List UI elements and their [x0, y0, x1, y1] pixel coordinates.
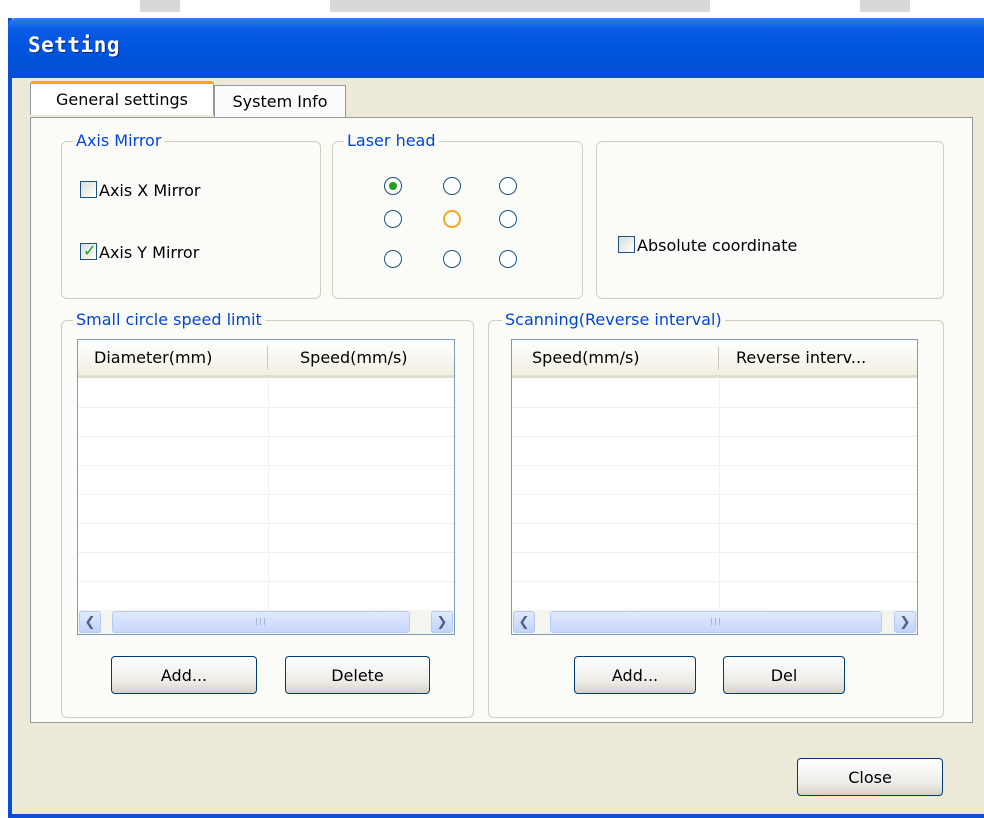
row-gridline	[512, 523, 917, 524]
column-header-speed[interactable]: Speed(mm/s)	[532, 340, 640, 375]
absolute-coordinate-checkbox[interactable]	[618, 236, 635, 253]
axis-y-mirror-checkbox[interactable]: ✓	[80, 241, 97, 260]
scrollbar-thumb[interactable]: III	[550, 611, 882, 633]
axis-y-mirror-label[interactable]: Axis Y Mirror	[99, 243, 199, 262]
laser-head-top-left-radio[interactable]	[384, 177, 402, 195]
scroll-left-icon[interactable]: ❮	[79, 611, 101, 633]
tab-label: General settings	[56, 90, 188, 109]
laser-head-top-center-radio[interactable]	[443, 177, 461, 195]
column-gridline	[268, 378, 269, 634]
background-stripe	[330, 0, 710, 12]
row-gridline	[78, 581, 454, 582]
laser-head-bottom-left-radio[interactable]	[384, 250, 402, 268]
axis-x-mirror-checkbox[interactable]	[80, 181, 97, 198]
scanning-delete-button[interactable]: Del	[723, 656, 845, 694]
check-icon: ✓	[83, 241, 97, 260]
background-stripe	[860, 0, 910, 12]
list-header: Speed(mm/s) Reverse interv...	[512, 340, 917, 378]
small-circle-legend: Small circle speed limit	[73, 310, 265, 330]
close-button[interactable]: Close	[797, 758, 943, 796]
laser-head-center-radio[interactable]	[443, 210, 461, 228]
selected-dot-icon	[389, 182, 397, 190]
scanning-list[interactable]: Speed(mm/s) Reverse interv... ❮ III ❯	[511, 339, 918, 635]
column-separator[interactable]	[267, 346, 268, 370]
list-header: Diameter(mm) Speed(mm/s)	[78, 340, 454, 378]
horizontal-scrollbar[interactable]: ❮ III ❯	[78, 610, 454, 634]
scanning-legend: Scanning(Reverse interval)	[502, 310, 725, 330]
tab-system-info[interactable]: System Info	[214, 85, 346, 117]
background-stripe	[140, 0, 180, 12]
row-gridline	[78, 552, 454, 553]
row-gridline	[78, 494, 454, 495]
column-separator[interactable]	[718, 346, 719, 370]
column-header-speed[interactable]: Speed(mm/s)	[300, 340, 408, 375]
column-gridline	[719, 378, 720, 634]
laser-head-middle-right-radio[interactable]	[499, 210, 517, 228]
laser-head-legend: Laser head	[344, 131, 439, 151]
small-circle-add-button[interactable]: Add...	[111, 656, 257, 694]
row-gridline	[512, 581, 917, 582]
scanning-add-button[interactable]: Add...	[574, 656, 696, 694]
tab-label: System Info	[232, 92, 328, 111]
row-gridline	[78, 436, 454, 437]
row-gridline	[512, 494, 917, 495]
row-gridline	[78, 465, 454, 466]
row-gridline	[512, 436, 917, 437]
row-gridline	[512, 465, 917, 466]
scroll-right-icon[interactable]: ❯	[431, 611, 453, 633]
row-gridline	[78, 407, 454, 408]
small-circle-list[interactable]: Diameter(mm) Speed(mm/s) ❮ III ❯	[77, 339, 455, 635]
coordinate-group	[596, 141, 944, 299]
laser-head-bottom-center-radio[interactable]	[443, 250, 461, 268]
scroll-left-icon[interactable]: ❮	[513, 611, 535, 633]
row-gridline	[512, 407, 917, 408]
horizontal-scrollbar[interactable]: ❮ III ❯	[512, 610, 917, 634]
row-gridline	[78, 523, 454, 524]
column-header-diameter[interactable]: Diameter(mm)	[94, 340, 212, 375]
laser-head-middle-left-radio[interactable]	[384, 210, 402, 228]
scrollbar-thumb[interactable]: III	[112, 611, 410, 633]
title-bar[interactable]	[8, 18, 984, 78]
scroll-right-icon[interactable]: ❯	[894, 611, 916, 633]
small-circle-delete-button[interactable]: Delete	[285, 656, 430, 694]
column-header-reverse-interval[interactable]: Reverse interv...	[736, 340, 866, 375]
window-title: Setting	[28, 33, 121, 57]
row-gridline	[512, 552, 917, 553]
axis-mirror-legend: Axis Mirror	[73, 131, 165, 151]
laser-head-bottom-right-radio[interactable]	[499, 250, 517, 268]
absolute-coordinate-label[interactable]: Absolute coordinate	[637, 236, 797, 255]
axis-mirror-group	[61, 141, 321, 299]
laser-head-top-right-radio[interactable]	[499, 177, 517, 195]
axis-x-mirror-label[interactable]: Axis X Mirror	[99, 181, 200, 200]
tab-general-settings[interactable]: General settings	[30, 81, 214, 115]
